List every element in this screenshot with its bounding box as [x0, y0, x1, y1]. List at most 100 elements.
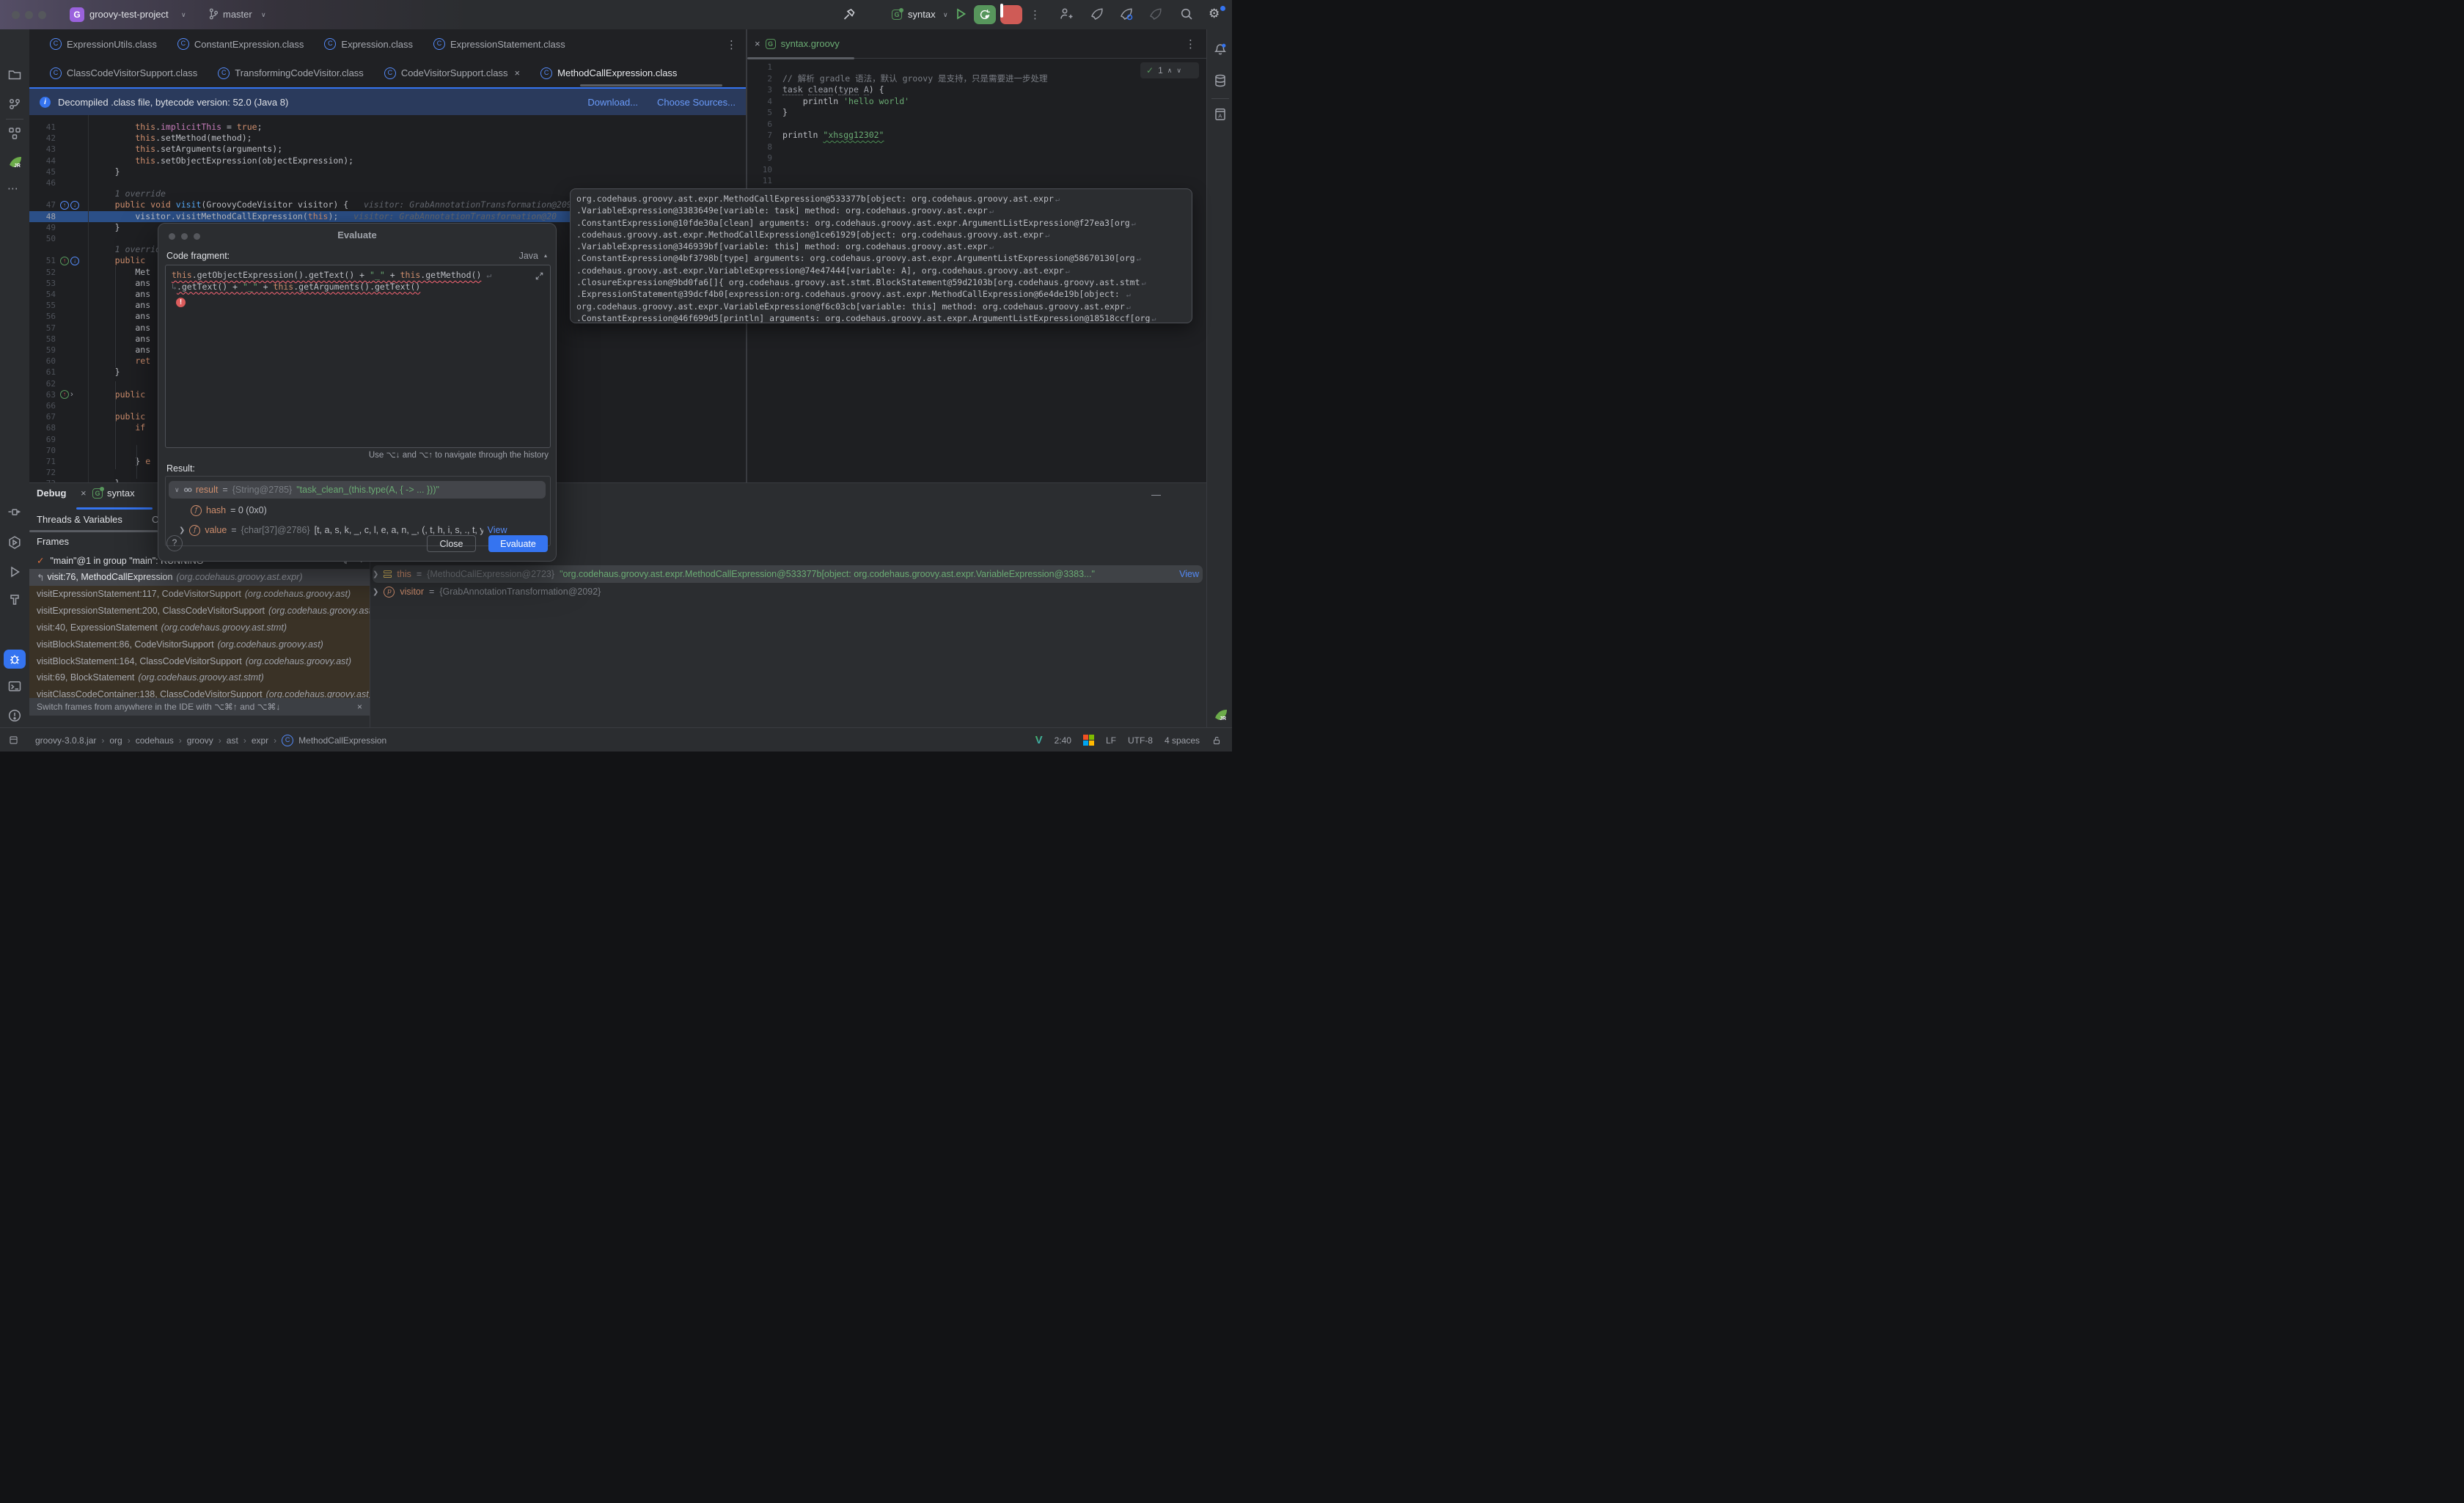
notifications-bell-icon[interactable] [1213, 43, 1228, 57]
commit-icon[interactable] [7, 97, 22, 111]
tab-threads-variables[interactable]: Threads & Variables [37, 514, 122, 525]
more-actions-kebab[interactable]: ⋮ [1030, 8, 1041, 21]
project-folder-icon[interactable] [7, 67, 22, 82]
variable-row-this[interactable]: ❯ this = {MethodCallExpression@2723} "or… [373, 565, 1206, 583]
run-config-selector[interactable]: syntax [908, 9, 936, 20]
breadcrumb-item[interactable]: ast [227, 735, 238, 746]
caret-position[interactable]: 2:40 [1055, 735, 1071, 746]
file-encoding[interactable]: UTF-8 [1128, 735, 1153, 746]
debug-toolwindow-icon[interactable] [4, 650, 26, 669]
download-link[interactable]: Download... [587, 97, 638, 108]
expand-chevron-icon[interactable]: ❯ [373, 588, 378, 596]
run-toolwindow-icon[interactable] [7, 565, 22, 579]
language-selector[interactable]: Java [519, 251, 538, 261]
tab-options-kebab[interactable]: ⋮ [726, 38, 737, 51]
project-selector[interactable]: groovy-test-project [89, 9, 169, 20]
collapse-chevron-icon[interactable]: ∨ [175, 486, 180, 494]
rerun-debug-button[interactable] [974, 5, 996, 24]
expand-chevron-icon[interactable]: ❯ [373, 570, 378, 578]
tab-syntax-groovy[interactable]: syntax.groovy [781, 38, 840, 49]
code-fragment-editor[interactable]: this.getObjectExpression().getText() + "… [165, 265, 551, 448]
settings-gear-icon[interactable]: ⚙ [1209, 7, 1225, 23]
tab-options-kebab[interactable]: ⋮ [1185, 37, 1196, 51]
close-tab-icon[interactable]: × [515, 67, 521, 78]
build-toolwindow-icon[interactable] [7, 592, 22, 607]
run-button[interactable] [953, 7, 969, 23]
hash-row[interactable]: f hash = 0 (0x0) [169, 501, 568, 520]
workspace-icon[interactable] [9, 735, 18, 745]
close-button[interactable]: Close [427, 535, 476, 552]
terminal-icon[interactable] [7, 679, 22, 694]
jrebel-icon[interactable]: JR [7, 154, 22, 169]
database-icon[interactable] [1213, 73, 1228, 88]
documentation-icon[interactable]: A [1213, 107, 1228, 122]
override-marker-icon[interactable]: ↑ [60, 201, 69, 210]
window-close-button[interactable] [12, 11, 20, 19]
search-icon[interactable] [1179, 7, 1195, 23]
add-user-icon[interactable] [1059, 7, 1075, 23]
services-icon[interactable] [7, 535, 22, 550]
frame-row[interactable]: visit:69, BlockStatement(org.codehaus.gr… [29, 669, 370, 686]
override-marker-icon[interactable]: ↓ [70, 201, 79, 210]
evaluate-button[interactable]: Evaluate [488, 535, 548, 552]
flow-toolwindow-icon[interactable] [7, 506, 22, 521]
minimize-icon[interactable]: — [1151, 489, 1161, 500]
microsoft-icon[interactable] [1083, 735, 1094, 746]
frame-row[interactable]: visitExpressionStatement:200, ClassCodeV… [29, 603, 370, 620]
session-tab[interactable]: syntax [107, 488, 135, 499]
frame-row[interactable]: visitBlockStatement:86, CodeVisitorSuppo… [29, 636, 370, 653]
jrebel-status-icon[interactable]: JR [1213, 707, 1228, 721]
frame-row[interactable]: visitExpressionStatement:117, CodeVisito… [29, 586, 370, 603]
tab-expressionutils-class[interactable]: CExpressionUtils.class [40, 29, 167, 59]
tab-scrollbar-thumb[interactable] [580, 84, 722, 87]
view-link[interactable]: View [1179, 569, 1199, 579]
indent-setting[interactable]: 4 spaces [1165, 735, 1200, 746]
profiler-rocket-debug-icon[interactable] [1119, 7, 1135, 23]
problems-icon[interactable] [7, 708, 22, 723]
frame-row[interactable]: visit:40, ExpressionStatement(org.codeha… [29, 620, 370, 636]
frames-list[interactable]: ↰ visit:76, MethodCallExpression(org.cod… [29, 569, 370, 698]
help-button[interactable]: ? [166, 535, 183, 551]
breadcrumb-item[interactable]: groovy-3.0.8.jar [35, 735, 96, 746]
line-separator[interactable]: LF [1106, 735, 1116, 746]
close-icon[interactable]: × [357, 702, 362, 712]
variable-row-visitor[interactable]: ❯ p visitor = {GrabAnnotationTransformat… [373, 583, 1206, 600]
override-marker-icon[interactable]: ↑ [60, 390, 69, 399]
tab-transformingcodevisitor-class[interactable]: CTransformingCodeVisitor.class [208, 59, 374, 87]
lock-icon[interactable] [1211, 735, 1222, 746]
result-row[interactable]: ∨ oo result = {String@2785} "task_clean_… [169, 480, 546, 499]
breadcrumb-item[interactable]: expr [252, 735, 268, 746]
stop-button[interactable] [1000, 5, 1022, 24]
view-link[interactable]: View [488, 525, 507, 535]
window-minimize-button[interactable] [25, 11, 33, 19]
tab-expression-class[interactable]: CExpression.class [314, 29, 423, 59]
window-zoom-button[interactable] [38, 11, 46, 19]
breadcrumb-item[interactable]: org [109, 735, 122, 746]
structure-icon[interactable] [7, 126, 22, 141]
tab-expressionstatement-class[interactable]: CExpressionStatement.class [423, 29, 576, 59]
expand-chevron-icon[interactable]: ❯ [179, 526, 185, 534]
tab-methodcallexpression-class[interactable]: CMethodCallExpression.class [530, 59, 687, 87]
inspections-widget[interactable]: ✓ 1 ∧ ∨ [1140, 62, 1199, 78]
override-marker-icon[interactable]: ↓ [70, 257, 79, 265]
profiler-rocket-icon[interactable] [1090, 7, 1106, 23]
choose-sources-link[interactable]: Choose Sources... [657, 97, 736, 108]
frame-row[interactable]: visitBlockStatement:164, ClassCodeVisito… [29, 653, 370, 669]
tab-constantexpression-class[interactable]: CConstantExpression.class [167, 29, 315, 59]
frame-row[interactable]: ↰ visit:76, MethodCallExpression(org.cod… [29, 569, 370, 586]
override-marker-icon[interactable]: ↑ [60, 257, 69, 265]
build-hammer-icon[interactable] [842, 7, 858, 23]
tab-classcodevisitorsupport-class[interactable]: CClassCodeVisitorSupport.class [40, 59, 208, 87]
breadcrumb-item[interactable]: codehaus [136, 735, 174, 746]
prev-issue-icon[interactable]: ∧ [1167, 67, 1173, 75]
branch-selector[interactable]: master [223, 9, 252, 20]
more-toolwindows-icon[interactable]: ⋯ [7, 182, 22, 196]
tab-codevisitorsupport-class[interactable]: CCodeVisitorSupport.class× [374, 59, 530, 87]
breadcrumb-item[interactable]: groovy [187, 735, 213, 746]
expand-icon[interactable] [535, 271, 544, 281]
fold-marker-icon[interactable]: › [70, 390, 73, 399]
next-issue-icon[interactable]: ∨ [1176, 67, 1181, 75]
frame-row[interactable]: visitClassCodeContainer:138, ClassCodeVi… [29, 686, 370, 698]
plugin-v-icon[interactable]: V [1035, 734, 1043, 746]
close-session-icon[interactable]: × [81, 488, 87, 499]
